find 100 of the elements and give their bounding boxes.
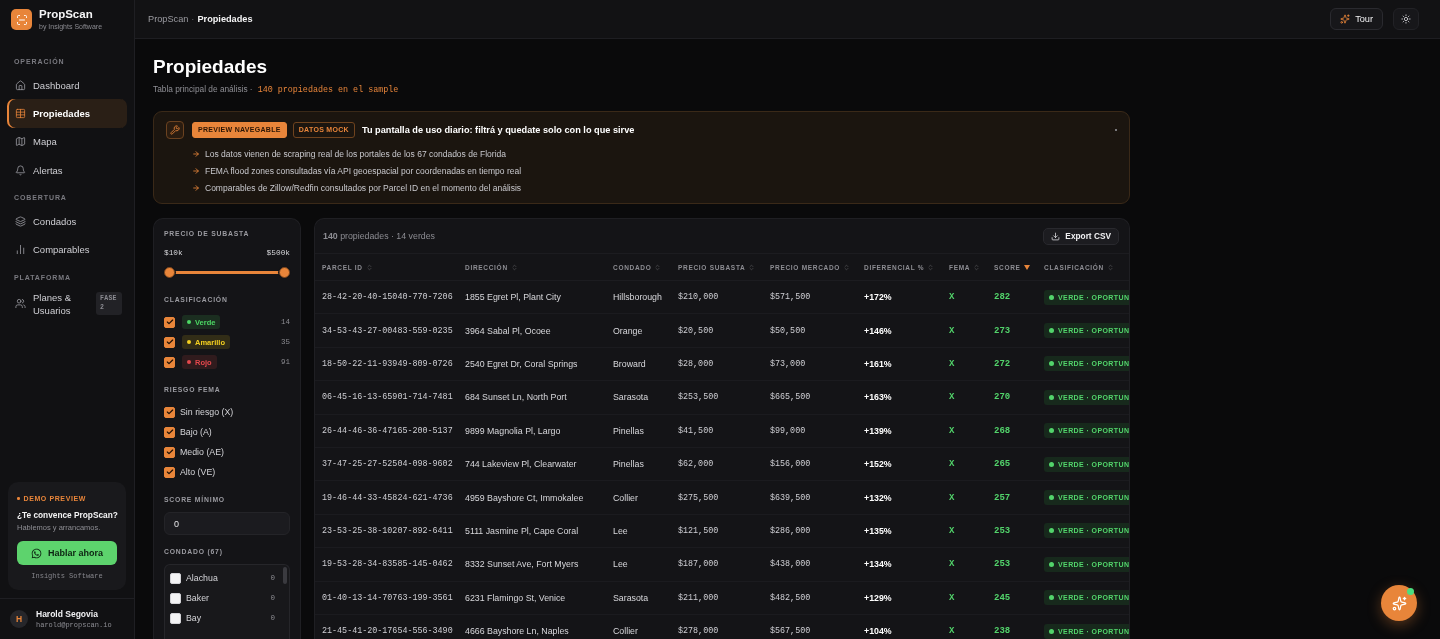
market-price: $639,500 bbox=[770, 492, 811, 503]
status-dot-icon bbox=[1049, 361, 1054, 367]
fema-zone: X bbox=[949, 292, 955, 303]
map-icon bbox=[15, 136, 26, 148]
address-text: 3964 Sabal Pl, Ocoee bbox=[465, 325, 551, 336]
score-value: 257 bbox=[994, 492, 1011, 503]
banner-title: Tu pantalla de uso diario: filtrá y quedate solo con lo que sirve bbox=[361, 125, 635, 135]
fema-zone: X bbox=[949, 459, 955, 470]
market-price: $567,500 bbox=[770, 626, 811, 637]
promo-title: ¿Te convence PropScan? bbox=[17, 509, 117, 521]
breadcrumb-link[interactable]: PropScan bbox=[148, 14, 189, 24]
option-label: Bajo (A) bbox=[180, 426, 212, 438]
price-differential: +104% bbox=[864, 626, 892, 637]
county-name: Hillsborough bbox=[613, 292, 662, 303]
address-text: 1855 Egret Pl, Plant City bbox=[465, 292, 561, 303]
nav-item[interactable]: Mapa bbox=[7, 127, 127, 156]
county-name: Broward bbox=[613, 358, 646, 369]
score-value: 238 bbox=[994, 626, 1011, 637]
fema-zone: X bbox=[949, 425, 955, 436]
checkbox[interactable] bbox=[164, 446, 175, 458]
sparkle-icon bbox=[1340, 14, 1351, 24]
slider-thumb[interactable] bbox=[164, 266, 175, 278]
price-differential: +146% bbox=[864, 325, 892, 336]
talk-button[interactable]: Hablar ahora bbox=[17, 541, 117, 565]
market-price: $438,000 bbox=[770, 559, 811, 570]
checkbox[interactable] bbox=[164, 316, 175, 328]
brand-name: PropScan bbox=[39, 8, 94, 21]
market-price: $99,000 bbox=[770, 425, 806, 436]
option-label: Alachua bbox=[186, 572, 218, 584]
parcel-id: 26-44-46-36-47165-200-5137 bbox=[322, 425, 453, 436]
arrow-right-icon bbox=[192, 167, 200, 176]
checkbox[interactable] bbox=[164, 466, 175, 478]
page-title: Propiedades bbox=[153, 55, 269, 79]
status-dot-icon bbox=[1049, 561, 1054, 567]
bullet-text: Los datos vienen de scraping real de los portales de los 67 condados de Florida bbox=[205, 148, 506, 160]
bell-icon bbox=[15, 164, 26, 176]
checkbox[interactable] bbox=[170, 572, 181, 584]
county-name: Sarasota bbox=[613, 592, 649, 603]
market-price: $73,000 bbox=[770, 358, 806, 369]
fema-zone: X bbox=[949, 559, 955, 570]
market-price: $571,500 bbox=[770, 292, 811, 303]
score-value: 265 bbox=[994, 459, 1011, 470]
check-icon bbox=[165, 358, 174, 366]
status-dot-icon bbox=[1049, 495, 1054, 501]
county-name: Pinellas bbox=[613, 459, 644, 470]
score-value: 245 bbox=[994, 592, 1011, 603]
arrow-right-icon bbox=[192, 150, 200, 159]
status-dot-icon bbox=[1049, 328, 1054, 334]
option-label: Alto (VE) bbox=[180, 466, 216, 478]
market-price: $286,000 bbox=[770, 525, 811, 536]
parcel-id: 21-45-41-20-17654-556-3490 bbox=[322, 626, 453, 637]
wrench-icon bbox=[166, 121, 184, 139]
price-differential: +129% bbox=[864, 592, 892, 603]
fema-zone: X bbox=[949, 358, 955, 369]
score-value: 268 bbox=[994, 425, 1011, 436]
score-input[interactable]: 0 bbox=[164, 512, 290, 535]
nav-item[interactable]: Propiedades bbox=[7, 99, 127, 128]
nav-item[interactable]: Planes & Usuarios bbox=[7, 286, 92, 321]
breadcrumb-separator: · bbox=[191, 14, 195, 24]
auction-price: $253,500 bbox=[678, 392, 719, 403]
checkbox[interactable] bbox=[164, 406, 175, 418]
score-value: 253 bbox=[994, 525, 1011, 536]
page-subtitle: Tabla principal de análisis · bbox=[153, 84, 253, 94]
checkbox[interactable] bbox=[170, 592, 181, 604]
fema-zone: X bbox=[949, 626, 955, 637]
auction-price: $62,000 bbox=[678, 459, 714, 470]
check-icon bbox=[165, 408, 174, 416]
status-dot-icon bbox=[1049, 294, 1054, 300]
parcel-id: 37-47-25-27-52504-098-9602 bbox=[322, 459, 453, 470]
county-name: Lee bbox=[613, 525, 628, 536]
nav-item[interactable]: Comparables bbox=[7, 235, 127, 264]
arrow-right-icon bbox=[192, 184, 200, 193]
export-button[interactable]: Export CSV bbox=[1043, 227, 1119, 245]
option-label: Bay bbox=[186, 612, 202, 624]
breadcrumb-current[interactable]: Propiedades bbox=[197, 14, 253, 24]
assistant-button[interactable] bbox=[1381, 585, 1417, 621]
theme-button[interactable] bbox=[1393, 8, 1419, 30]
market-price: $50,500 bbox=[770, 325, 806, 336]
market-price: $156,000 bbox=[770, 459, 811, 470]
scrollbar[interactable] bbox=[283, 567, 287, 584]
checkbox[interactable] bbox=[170, 612, 181, 624]
address-text: 2540 Egret Dr, Coral Springs bbox=[465, 358, 578, 369]
status-dot-icon bbox=[1049, 394, 1054, 400]
check-icon bbox=[165, 468, 174, 476]
price-differential: +152% bbox=[864, 459, 892, 470]
status-dot-icon bbox=[1049, 528, 1054, 534]
nav-item[interactable]: Condados bbox=[7, 207, 127, 236]
sparkle-icon bbox=[1391, 595, 1407, 611]
price-differential: +135% bbox=[864, 525, 892, 536]
score-value: 253 bbox=[994, 559, 1011, 570]
nav-item[interactable]: Alertas bbox=[7, 155, 127, 185]
auction-price: $278,000 bbox=[678, 626, 719, 637]
checkbox[interactable] bbox=[164, 336, 175, 348]
auction-price: $187,000 bbox=[678, 559, 719, 570]
nav-item[interactable]: Dashboard bbox=[7, 71, 127, 100]
tour-button[interactable]: Tour bbox=[1330, 8, 1383, 30]
checkbox[interactable] bbox=[164, 356, 175, 368]
slider-thumb[interactable] bbox=[279, 266, 290, 278]
status-dot-icon bbox=[1049, 628, 1054, 634]
checkbox[interactable] bbox=[164, 426, 175, 438]
